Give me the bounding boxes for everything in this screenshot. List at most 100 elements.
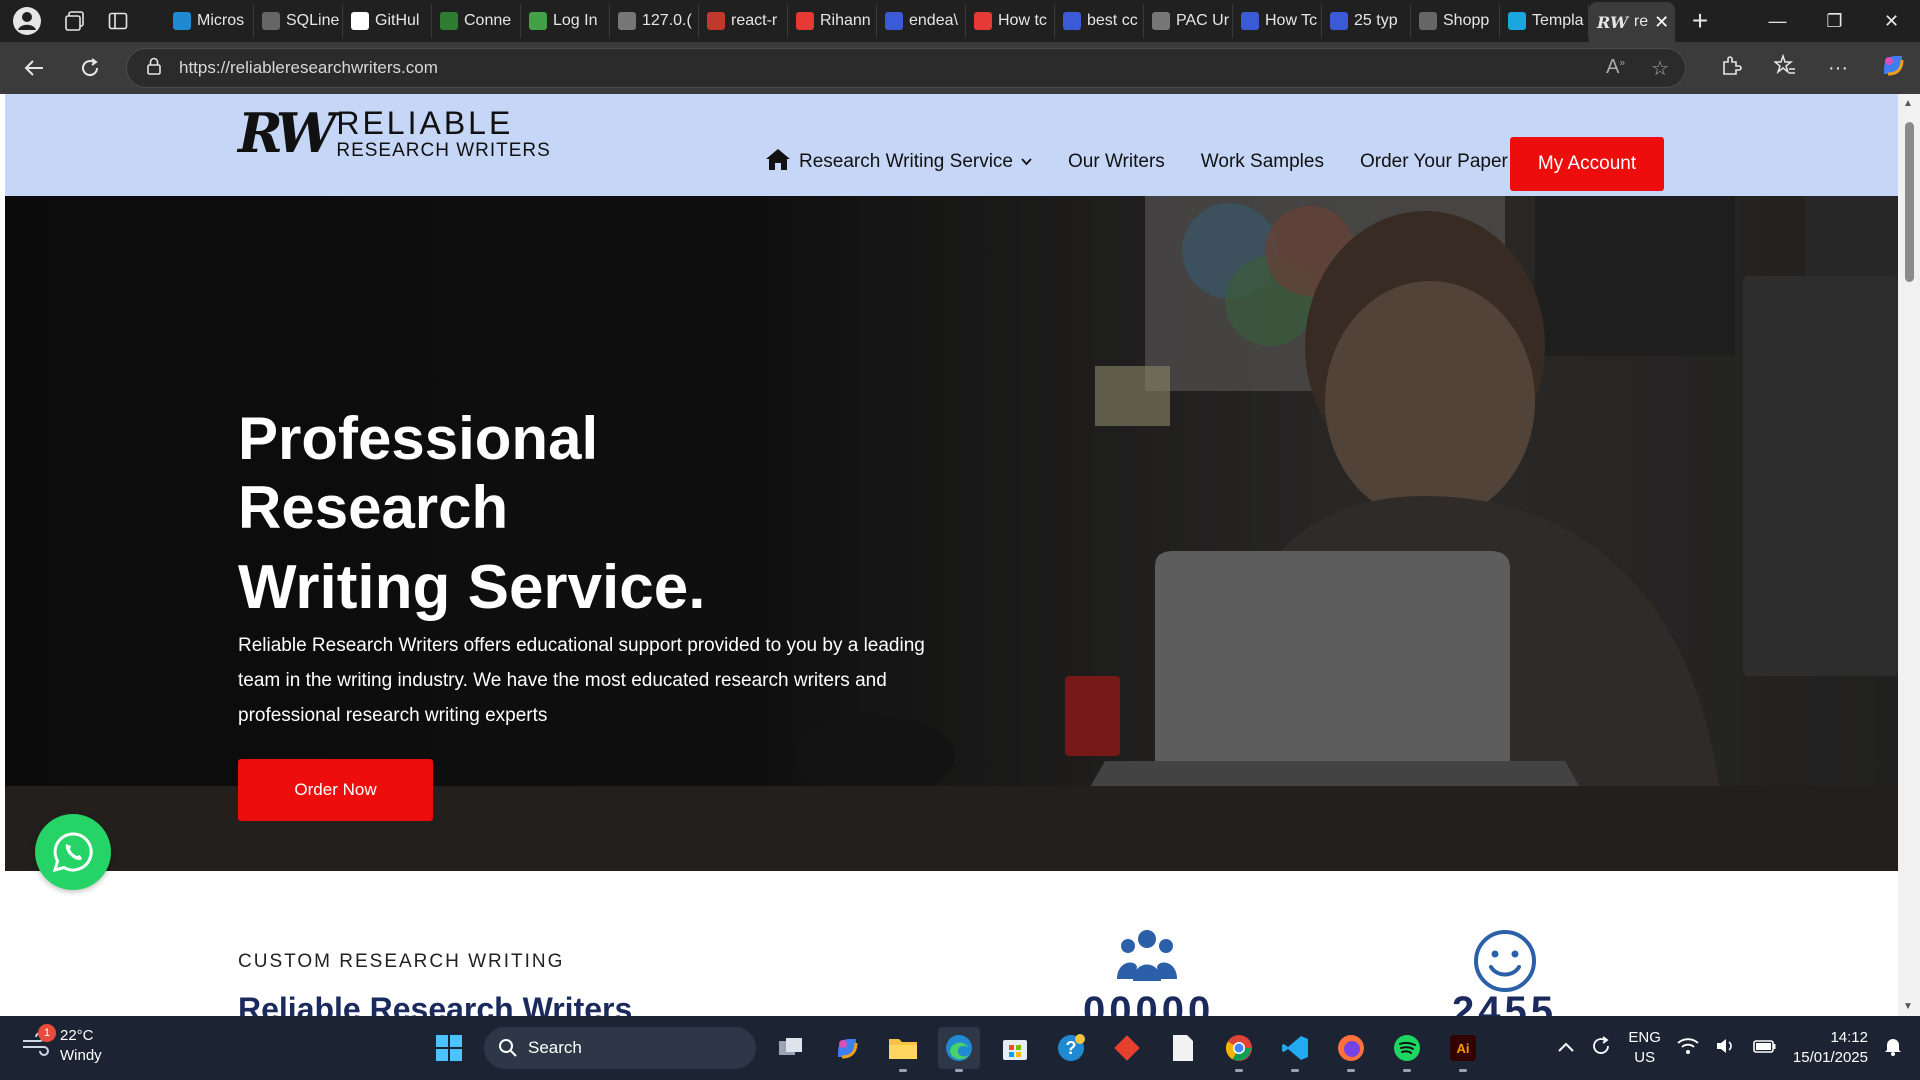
close-icon[interactable]: ✕ (1654, 12, 1669, 33)
tab-title: Micros (197, 12, 245, 29)
stat-number: 2455 (1452, 989, 1557, 1016)
copilot-app[interactable] (826, 1027, 868, 1069)
stat-number: 00000 (1083, 989, 1215, 1016)
site-logo[interactable]: RW RELIABLE RESEARCH WRITERS (238, 106, 551, 160)
help-app[interactable]: ? (1050, 1027, 1092, 1069)
firefox-icon (1338, 1035, 1364, 1061)
notifications-icon[interactable] (1884, 1036, 1902, 1061)
extensions-icon[interactable] (1720, 54, 1742, 82)
hero-title-line3: Writing Service. (238, 553, 706, 622)
read-aloud-icon[interactable]: A» (1606, 56, 1625, 81)
vertical-tabs-icon[interactable] (108, 11, 128, 31)
git-icon (1114, 1035, 1140, 1061)
browser-tab[interactable]: 127.0.( (610, 4, 699, 38)
edge-app[interactable] (938, 1027, 980, 1072)
browser-tab[interactable]: Rihann (788, 4, 877, 38)
globe-icon (262, 12, 280, 30)
hero-description: Reliable Research Writers offers educati… (238, 635, 925, 726)
weather-text: 22°C Windy (60, 1026, 102, 1066)
wifi-icon[interactable] (1677, 1037, 1699, 1060)
git-app[interactable] (1106, 1027, 1148, 1069)
svg-text:?: ? (1066, 1038, 1077, 1058)
system-clock[interactable]: 14:12 15/01/2025 (1793, 1028, 1868, 1068)
profile-icon[interactable] (12, 6, 42, 36)
section-title: Reliable Research Writers (238, 991, 633, 1016)
browser-tab[interactable]: Conne (432, 4, 521, 38)
browser-tab[interactable]: GitHul (343, 4, 432, 38)
search-icon (499, 1039, 517, 1057)
browser-tab[interactable]: 25 typ (1322, 4, 1411, 38)
copilot-icon[interactable] (1880, 52, 1906, 84)
chevron-down-icon (1021, 155, 1032, 169)
whatsapp-chat-button[interactable] (35, 814, 111, 890)
start-button[interactable] (428, 1027, 470, 1069)
taskbar-search[interactable]: Search (484, 1027, 756, 1069)
scroll-up-icon[interactable]: ▲ (1903, 98, 1913, 109)
favorite-star-icon[interactable]: ☆ (1651, 56, 1669, 81)
battery-icon[interactable] (1753, 1038, 1777, 1059)
tab-title: 25 typ (1354, 12, 1398, 29)
lock-icon[interactable] (147, 57, 161, 80)
page-scrollbar[interactable]: ▲ ▼ (1898, 94, 1920, 1016)
url-text[interactable]: https://reliableresearchwriters.com (179, 58, 438, 78)
browser-tab[interactable]: How Tc (1233, 4, 1322, 38)
store-app[interactable] (994, 1027, 1036, 1069)
browser-tab[interactable]: endea\ (877, 4, 966, 38)
illustrator-app[interactable]: Ai (1442, 1027, 1484, 1072)
minimize-button[interactable]: — (1749, 0, 1806, 42)
file-explorer-app[interactable] (882, 1027, 924, 1072)
nav-item-our-writers[interactable]: Our Writers (1050, 151, 1183, 173)
browser-tab[interactable]: Shopp (1411, 4, 1500, 38)
new-tab-button[interactable]: + (1675, 5, 1725, 37)
back-button[interactable] (12, 48, 56, 88)
address-bar[interactable]: https://reliableresearchwriters.com A» ☆ (126, 48, 1686, 88)
tab-active[interactable]: RW re ✕ (1589, 2, 1675, 42)
logo-mark: RW (238, 101, 336, 165)
browser-tab[interactable]: react-r (699, 4, 788, 38)
tab-title: 127.0.( (642, 12, 692, 29)
nav-item-research-writing-service[interactable]: Research Writing Service (747, 147, 1050, 177)
order-now-button[interactable]: Order Now (238, 759, 433, 821)
nav-item-order-your-paper[interactable]: Order Your Paper (1342, 151, 1526, 173)
browser-tab[interactable]: PAC Ur (1144, 4, 1233, 38)
volume-icon[interactable] (1715, 1037, 1737, 1060)
browser-tab[interactable]: Templa (1500, 4, 1589, 38)
main-nav: Research Writing Service Our Writers Wor… (747, 134, 1526, 190)
favorites-icon[interactable] (1772, 53, 1796, 82)
reload-button[interactable] (68, 48, 112, 88)
window-close-button[interactable]: ✕ (1863, 0, 1920, 42)
help-icon: ? (1058, 1034, 1085, 1061)
workspaces-icon[interactable] (64, 10, 86, 32)
more-menu-icon[interactable]: ··· (1828, 57, 1848, 80)
rw-icon: RW (1597, 12, 1628, 32)
browser-toolbar: https://reliableresearchwriters.com A» ☆… (0, 42, 1920, 94)
weather-widget[interactable]: 1 22°C Windy (20, 1024, 102, 1066)
browser-tab[interactable]: How tc (966, 4, 1055, 38)
spotify-app[interactable] (1386, 1027, 1428, 1072)
browser-tab[interactable]: Log In (521, 4, 610, 38)
chrome-app[interactable] (1218, 1027, 1260, 1072)
tab-title: PAC Ur (1176, 12, 1230, 29)
browser-tab[interactable]: SQLine (254, 4, 343, 38)
tab-title: Conne (464, 12, 512, 29)
nav-item-work-samples[interactable]: Work Samples (1183, 151, 1342, 173)
browser-tab[interactable]: best cc (1055, 4, 1144, 38)
sync-icon[interactable] (1590, 1035, 1612, 1062)
tray-overflow-icon[interactable] (1558, 1039, 1575, 1057)
system-tray: ENG US 14:12 15/01/2025 (1558, 1016, 1902, 1080)
my-account-button[interactable]: My Account (1510, 137, 1664, 191)
task-view-button[interactable] (770, 1027, 812, 1069)
vscode-app[interactable] (1274, 1027, 1316, 1072)
scrollbar-thumb[interactable] (1905, 122, 1914, 282)
running-indicator (1459, 1069, 1467, 1072)
scroll-down-icon[interactable]: ▼ (1903, 1001, 1913, 1012)
restore-button[interactable]: ❐ (1806, 0, 1863, 42)
input-language[interactable]: ENG US (1628, 1028, 1661, 1068)
browser-tab[interactable]: Micros (165, 4, 254, 38)
notepad-app[interactable] (1162, 1027, 1204, 1069)
tab-title: Rihann (820, 12, 871, 29)
search-icon (885, 12, 903, 30)
spotify-icon (1394, 1035, 1420, 1061)
tab-title: best cc (1087, 12, 1138, 29)
firefox-app[interactable] (1330, 1027, 1372, 1072)
